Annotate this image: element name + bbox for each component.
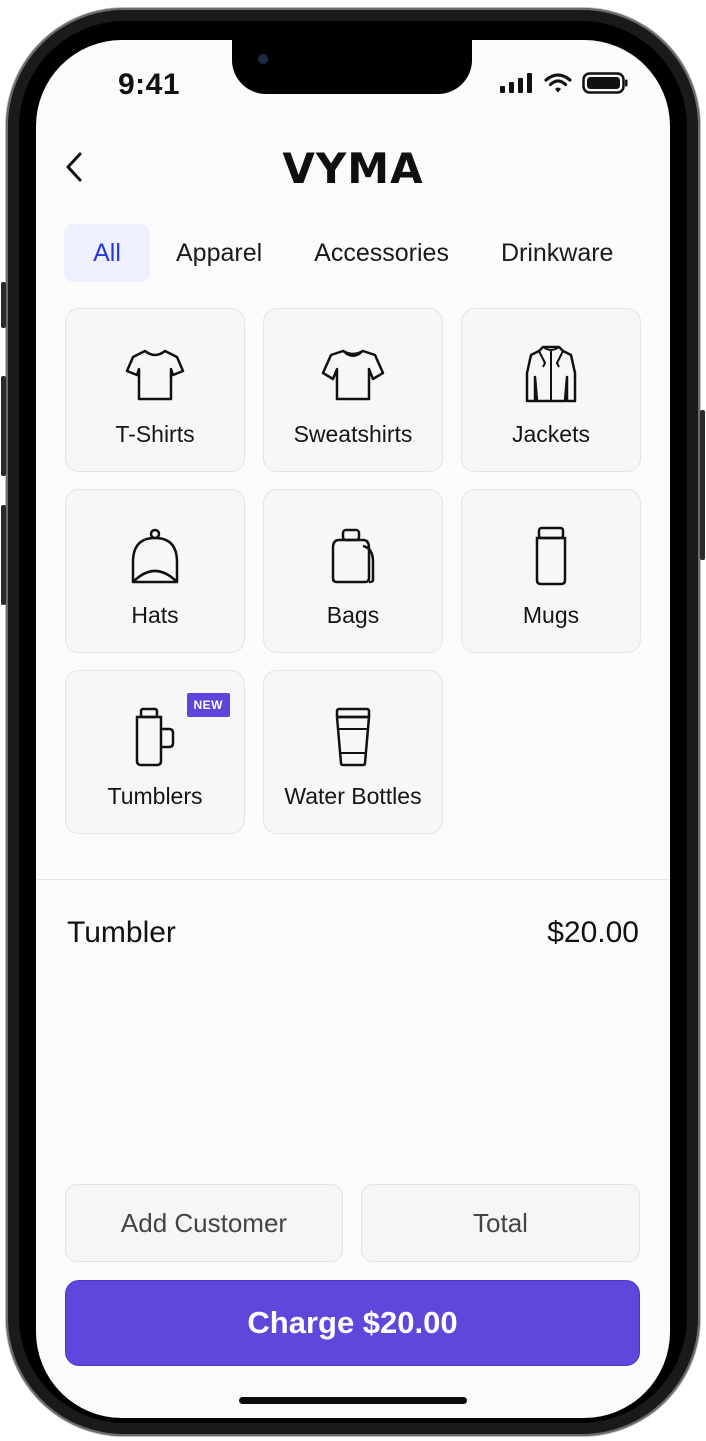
tile-label: Tumblers <box>107 783 203 809</box>
cart-item-price: $20.00 <box>547 916 639 949</box>
jacket-icon <box>519 343 583 407</box>
tile-label: Jackets <box>512 421 590 447</box>
status-time: 9:41 <box>118 68 181 101</box>
tumbler-icon <box>123 705 187 769</box>
category-tile-mugs[interactable]: Mugs <box>461 489 641 653</box>
category-tile-tshirts[interactable]: T-Shirts <box>65 308 245 472</box>
cart-item-name: Tumbler <box>67 916 176 949</box>
tab-accessories[interactable]: Accessories <box>288 224 475 282</box>
tab-all[interactable]: All <box>64 224 150 282</box>
category-tile-hats[interactable]: Hats <box>65 489 245 653</box>
screen: 9:41 VYMA All Apparel Accessories Drinkw… <box>36 40 670 1418</box>
sweatshirt-icon <box>321 343 385 407</box>
tile-label: Bags <box>326 602 380 628</box>
hat-icon <box>123 524 187 588</box>
category-tile-bags[interactable]: Bags <box>263 489 443 653</box>
secondary-actions: Add Customer Total <box>65 1184 640 1262</box>
battery-icon <box>582 72 628 94</box>
status-icons <box>500 72 628 94</box>
home-indicator <box>239 1397 467 1404</box>
tile-label: Sweatshirts <box>293 421 413 447</box>
tile-label: Water Bottles <box>284 783 422 809</box>
power-button <box>700 410 705 560</box>
notch <box>232 40 472 94</box>
bag-icon <box>321 524 385 588</box>
category-tabs: All Apparel Accessories Drinkware <box>64 224 639 282</box>
new-badge: NEW <box>186 693 230 717</box>
tile-label: Mugs <box>522 602 580 628</box>
tile-label: T-Shirts <box>115 421 195 447</box>
category-grid: T-Shirts Sweatshirts Jackets Hats Bags M… <box>65 308 641 834</box>
mug-icon <box>519 524 583 588</box>
water-bottle-icon <box>321 705 385 769</box>
section-divider <box>36 879 670 880</box>
silent-switch <box>1 282 6 328</box>
category-tile-tumblers[interactable]: NEW Tumblers <box>65 670 245 834</box>
volume-down-button <box>1 505 6 605</box>
category-tile-jackets[interactable]: Jackets <box>461 308 641 472</box>
add-customer-button[interactable]: Add Customer <box>65 1184 343 1262</box>
brand-title: VYMA <box>282 144 424 193</box>
total-button[interactable]: Total <box>361 1184 640 1262</box>
category-tile-water-bottles[interactable]: Water Bottles <box>263 670 443 834</box>
tshirt-icon <box>123 343 187 407</box>
cart-line-item[interactable]: Tumbler $20.00 <box>67 916 639 950</box>
tab-drinkware[interactable]: Drinkware <box>475 224 640 282</box>
volume-up-button <box>1 376 6 476</box>
tile-label: Hats <box>131 602 179 628</box>
signal-icon <box>500 73 532 93</box>
tab-apparel[interactable]: Apparel <box>150 224 288 282</box>
wifi-icon <box>544 73 572 93</box>
category-tile-sweatshirts[interactable]: Sweatshirts <box>263 308 443 472</box>
charge-button[interactable]: Charge $20.00 <box>65 1280 640 1366</box>
front-camera <box>258 54 268 64</box>
